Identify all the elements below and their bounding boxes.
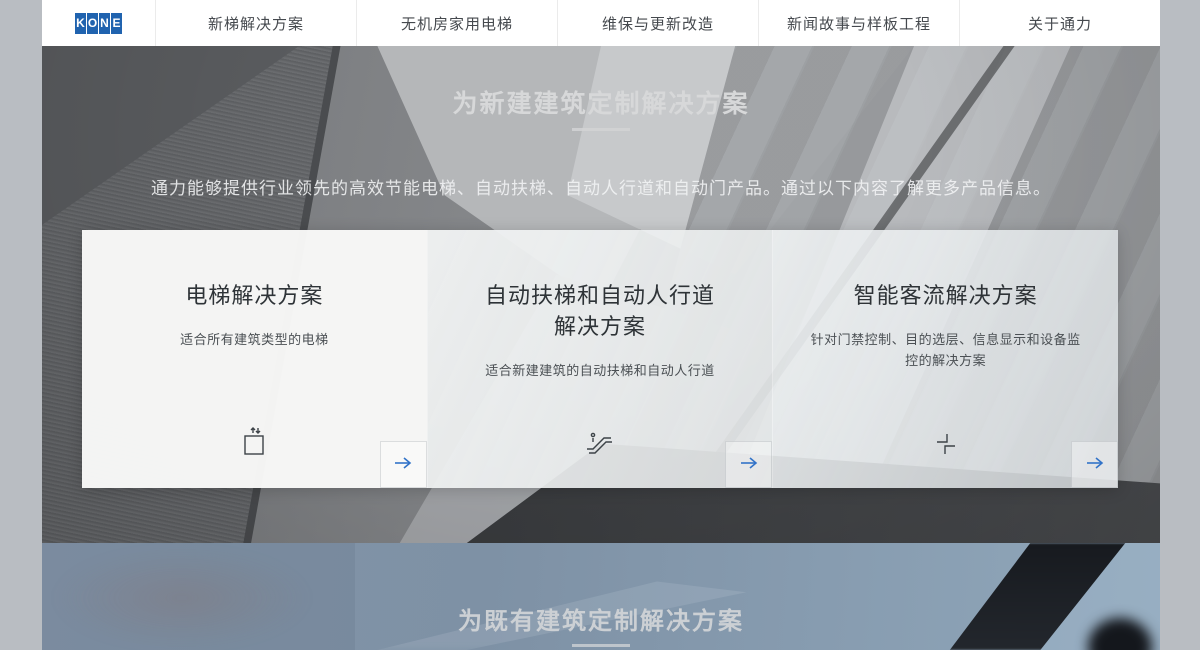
logo-letter: E (111, 13, 122, 34)
hero-title-divider (572, 128, 630, 131)
card-escalator-autowalk-solutions[interactable]: 自动扶梯和自动人行道解决方案 适合新建建筑的自动扶梯和自动人行道 (427, 230, 773, 488)
logo-letter: O (87, 13, 98, 34)
escalator-icon (583, 429, 617, 462)
nav-item-machine-room-less-home-elevator[interactable]: 无机房家用电梯 (356, 0, 557, 46)
main-nav: 新梯解决方案 无机房家用电梯 维保与更新改造 新闻故事与样板工程 关于通力 (155, 0, 1160, 46)
kone-logo-tiles: K O N E (75, 13, 122, 34)
card-title: 自动扶梯和自动人行道解决方案 (480, 280, 720, 342)
card-title: 电梯解决方案 (134, 280, 374, 311)
hero-title: 为新建建筑定制解决方案 (42, 84, 1160, 120)
nav-item-new-elevator-solutions[interactable]: 新梯解决方案 (155, 0, 356, 46)
people-flow-icon (933, 431, 959, 462)
nav-item-news-reference-projects[interactable]: 新闻故事与样板工程 (758, 0, 959, 46)
hero-section-new-buildings: 为新建建筑定制解决方案 通力能够提供行业领先的高效节能电梯、自动扶梯、自动人行道… (42, 46, 1160, 543)
nav-item-about-kone[interactable]: 关于通力 (959, 0, 1160, 46)
kone-homepage: { "colors": { "kone_blue": "#2063af", "a… (0, 0, 1200, 650)
card-description: 适合新建建筑的自动扶梯和自动人行道 (464, 360, 736, 381)
logo-letter: K (75, 13, 86, 34)
arrow-right-icon (740, 456, 758, 474)
kone-logo[interactable]: K O N E (42, 0, 155, 46)
arrow-right-icon (1086, 456, 1104, 474)
card-arrow-button[interactable] (1071, 441, 1118, 488)
card-description: 适合所有建筑类型的电梯 (118, 329, 390, 350)
arrow-right-icon (394, 456, 412, 474)
solution-cards-row: 电梯解决方案 适合所有建筑类型的电梯 (82, 230, 1118, 488)
logo-letter: N (99, 13, 110, 34)
card-elevator-solutions[interactable]: 电梯解决方案 适合所有建筑类型的电梯 (82, 230, 427, 488)
hero-subtitle: 通力能够提供行业领先的高效节能电梯、自动扶梯、自动人行道和自动门产品。通过以下内… (42, 174, 1160, 199)
section2-title: 为既有建筑定制解决方案 (42, 601, 1160, 636)
nav-item-maintenance-modernization[interactable]: 维保与更新改造 (557, 0, 758, 46)
card-people-flow-solutions[interactable]: 智能客流解决方案 针对门禁控制、目的选层、信息显示和设备监控的解决方案 (772, 230, 1118, 488)
card-arrow-button[interactable] (725, 441, 772, 488)
site-container: K O N E 新梯解决方案 无机房家用电梯 维保与更新改造 新闻故事与样板工程… (42, 0, 1160, 650)
section2-title-divider (572, 644, 630, 647)
section-existing-buildings: 为既有建筑定制解决方案 (42, 543, 1160, 650)
top-nav-bar: K O N E 新梯解决方案 无机房家用电梯 维保与更新改造 新闻故事与样板工程… (42, 0, 1160, 46)
card-description: 针对门禁控制、目的选层、信息显示和设备监控的解决方案 (810, 329, 1082, 371)
card-title: 智能客流解决方案 (826, 280, 1066, 311)
card-arrow-button[interactable] (380, 441, 427, 488)
elevator-icon (239, 425, 269, 462)
